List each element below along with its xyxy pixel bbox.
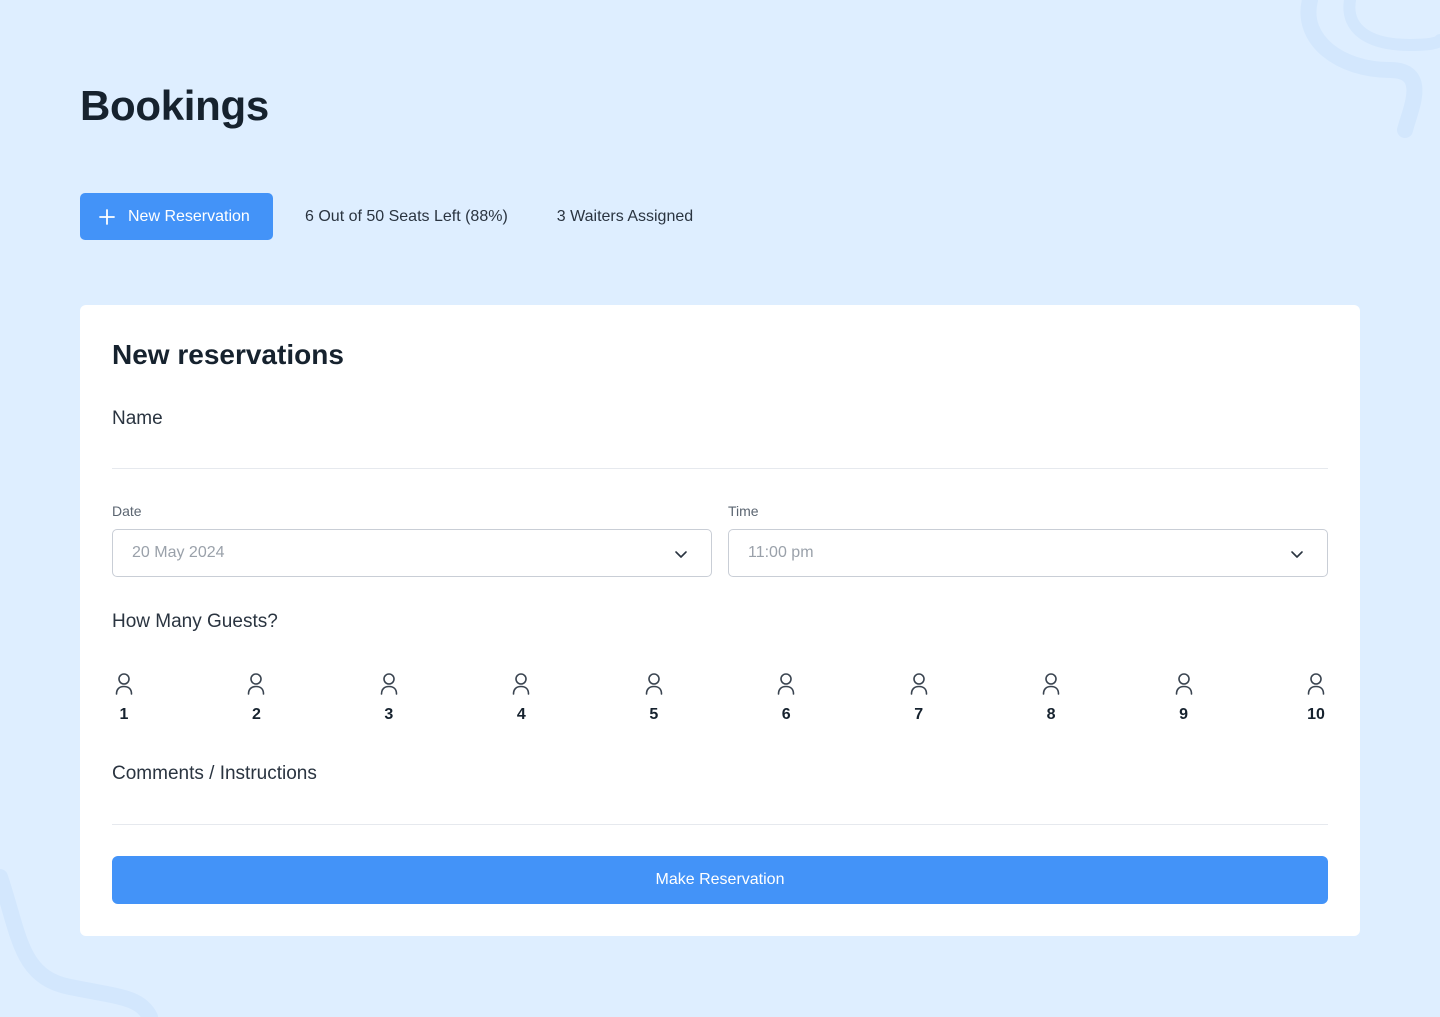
guest-option-2[interactable]: 2 <box>236 672 276 724</box>
guest-option-label: 6 <box>781 706 791 723</box>
guest-option-label: 10 <box>1307 706 1325 723</box>
guest-option-label: 7 <box>914 706 924 723</box>
guest-option-label: 3 <box>384 706 394 723</box>
guest-option-label: 9 <box>1179 706 1188 723</box>
guest-option-label: 5 <box>649 706 659 723</box>
person-icon <box>645 673 663 695</box>
name-field-underline <box>112 468 1328 469</box>
page-title: Bookings <box>80 82 269 129</box>
guest-option-label: 2 <box>251 706 261 723</box>
person-icon <box>248 673 265 695</box>
guest-option-6[interactable]: 6 <box>766 672 806 724</box>
date-label: Date <box>112 503 142 519</box>
guests-label: How Many Guests? <box>112 611 278 632</box>
guest-option-5[interactable]: 5 <box>634 672 674 724</box>
person-icon <box>513 673 530 695</box>
person-icon <box>115 673 133 695</box>
new-reservation-card: New reservations Name Date 20 May 2024 T… <box>80 305 1360 936</box>
time-label: Time <box>728 503 759 519</box>
comments-field-underline <box>112 824 1328 825</box>
guest-option-label: 4 <box>516 706 526 723</box>
guest-option-1[interactable]: 1 <box>104 672 144 724</box>
background-decoration-top-right <box>1300 0 1440 138</box>
date-select[interactable]: 20 May 2024 <box>112 529 712 577</box>
guest-option-4[interactable]: 4 <box>501 672 541 724</box>
seats-left-stat: 6 Out of 50 Seats Left (88%) <box>305 207 508 225</box>
person-icon <box>777 673 795 695</box>
comments-field[interactable]: Comments / Instructions <box>112 763 317 785</box>
time-value: 11:00 pm <box>748 544 814 561</box>
new-reservation-button[interactable]: New Reservation <box>80 193 273 240</box>
make-reservation-button[interactable]: Make Reservation <box>112 856 1328 904</box>
waiters-assigned-stat: 3 Waiters Assigned <box>556 207 694 225</box>
guest-option-3[interactable]: 3 <box>369 672 409 724</box>
guest-option-10[interactable]: 10 <box>1296 672 1336 724</box>
guest-count-selector: 1 2 3 4 5 6 7 8 9 10 <box>112 672 1328 732</box>
name-field[interactable]: Name <box>112 408 163 430</box>
person-icon <box>910 673 927 695</box>
date-value: 20 May 2024 <box>132 544 225 561</box>
guest-option-9[interactable]: 9 <box>1164 672 1204 724</box>
guest-option-label: 8 <box>1046 706 1056 723</box>
card-title: New reservations <box>112 339 344 370</box>
guest-option-label: 1 <box>119 706 129 723</box>
person-icon <box>1307 673 1325 695</box>
time-select[interactable]: 11:00 pm <box>728 529 1328 577</box>
person-icon <box>1042 673 1060 695</box>
chevron-down-icon <box>1291 551 1303 558</box>
guest-option-7[interactable]: 7 <box>899 672 939 724</box>
plus-icon <box>99 208 115 225</box>
toolbar: New Reservation 6 Out of 50 Seats Left (… <box>80 193 693 240</box>
person-icon <box>1175 673 1192 695</box>
person-icon <box>380 673 398 695</box>
chevron-down-icon <box>675 551 687 558</box>
new-reservation-label: New Reservation <box>128 207 250 225</box>
guest-option-8[interactable]: 8 <box>1031 672 1071 724</box>
